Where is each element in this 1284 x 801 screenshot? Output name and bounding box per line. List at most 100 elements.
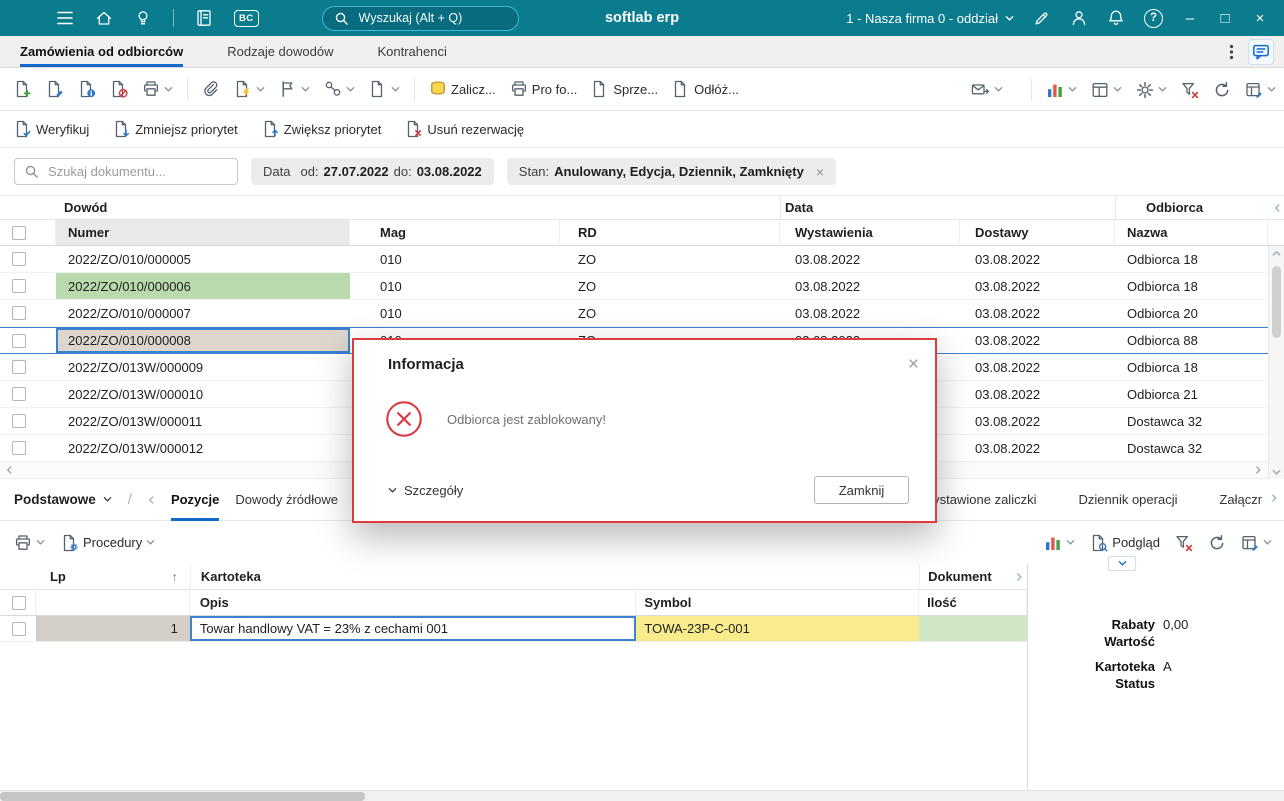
row-checkbox[interactable]	[12, 441, 26, 455]
print-button[interactable]	[142, 80, 173, 98]
chevron-down-icon[interactable]	[994, 86, 1003, 93]
cell-nazwa[interactable]: Odbiorca 21	[1115, 381, 1268, 407]
chevron-down-icon[interactable]	[346, 86, 355, 93]
row-checkbox[interactable]	[12, 306, 26, 320]
select-all-checkbox[interactable]	[12, 595, 26, 610]
cell-rd[interactable]: ZO	[560, 300, 780, 326]
cell-numer-highlighted[interactable]: 2022/ZO/010/000006	[56, 273, 350, 299]
vertical-scrollbar-thumb[interactable]	[1272, 266, 1281, 338]
scroll-down-icon[interactable]	[1272, 469, 1281, 476]
column-header-dostawy[interactable]: Dostawy	[960, 220, 1115, 245]
operations-button[interactable]	[234, 80, 265, 98]
dialog-close-icon[interactable]: ×	[908, 355, 919, 374]
column-header-rd[interactable]: RD	[560, 220, 780, 245]
attachment-button[interactable]	[202, 80, 220, 98]
vertical-scrollbar[interactable]	[1268, 246, 1284, 479]
chevron-down-icon[interactable]	[1263, 539, 1272, 546]
tab-dowody-zrodlowe[interactable]: Dowody źródłowe	[235, 479, 338, 521]
defer-button[interactable]: Odłóż...	[672, 80, 739, 98]
sort-ascending-icon[interactable]: ↑	[172, 570, 178, 584]
panel-expander-button[interactable]	[1108, 556, 1136, 571]
view-selector[interactable]: Podstawowe	[14, 492, 112, 507]
cell-nazwa[interactable]: Odbiorca 18	[1115, 354, 1268, 380]
cell-numer[interactable]: 2022/ZO/013W/000012	[56, 435, 350, 461]
bc-icon[interactable]: BC	[234, 9, 259, 27]
chevron-down-icon[interactable]	[164, 86, 173, 93]
positions-clear-filters-button[interactable]	[1175, 534, 1193, 552]
cell-dostawy[interactable]: 03.08.2022	[960, 300, 1115, 326]
cell-dostawy[interactable]: 03.08.2022	[960, 246, 1115, 272]
lamp-icon[interactable]	[134, 9, 152, 27]
help-icon[interactable]: ?	[1144, 8, 1163, 28]
chevron-down-icon[interactable]	[1267, 86, 1276, 93]
cell-numer[interactable]: 2022/ZO/013W/000009	[56, 354, 350, 380]
new-document-button[interactable]	[14, 80, 32, 98]
scroll-up-icon[interactable]	[1272, 250, 1281, 257]
select-all-checkbox[interactable]	[12, 225, 26, 240]
row-checkbox[interactable]	[12, 252, 26, 266]
row-checkbox[interactable]	[12, 360, 26, 374]
tab-kontrahenci[interactable]: Kontrahenci	[377, 36, 446, 67]
cell-numer[interactable]: 2022/ZO/010/000005	[56, 246, 350, 272]
more-options-icon[interactable]	[1229, 44, 1234, 60]
flag-button[interactable]	[279, 80, 310, 98]
feedback-button[interactable]	[1248, 39, 1274, 65]
cell-mag[interactable]: 010	[350, 246, 560, 272]
cell-numer[interactable]: 2022/ZO/013W/000011	[56, 408, 350, 434]
decrease-priority-button[interactable]: Zmniejsz priorytet	[113, 120, 238, 138]
table-row[interactable]: 2022/ZO/010/000006 010 ZO 03.08.2022 03.…	[0, 273, 1268, 300]
column-header-numer[interactable]: Numer	[56, 220, 350, 245]
global-search-field[interactable]	[356, 10, 506, 26]
document-search-input[interactable]	[14, 158, 238, 185]
row-checkbox[interactable]	[12, 387, 26, 401]
tab-rodzaje-dowodow[interactable]: Rodzaje dowodów	[227, 36, 333, 67]
cell-dostawy[interactable]: 03.08.2022	[960, 273, 1115, 299]
tab-zalaczniki[interactable]: Załączniki	[1219, 479, 1262, 520]
window-close-button[interactable]: ×	[1252, 11, 1268, 26]
home-icon[interactable]	[95, 9, 113, 27]
remove-reservation-button[interactable]: Usuń rezerwację	[405, 120, 524, 138]
notifications-bell-icon[interactable]	[1107, 9, 1125, 27]
cell-ilosc[interactable]	[919, 616, 1028, 641]
position-row[interactable]: 1 Towar handlowy VAT = 23% z cechami 001…	[0, 616, 1028, 642]
column-header-nazwa[interactable]: Nazwa	[1115, 220, 1268, 245]
chevron-down-icon[interactable]	[1158, 86, 1167, 93]
cell-numer[interactable]: 2022/ZO/010/000007	[56, 300, 350, 326]
analysis-chart-button[interactable]	[1046, 81, 1077, 99]
signature-pen-icon[interactable]	[1033, 9, 1051, 27]
chevron-down-icon[interactable]	[391, 86, 400, 93]
cell-nazwa[interactable]: Odbiorca 88	[1115, 328, 1268, 353]
chevron-down-icon[interactable]	[146, 539, 155, 546]
column-header-opis[interactable]: Opis	[190, 590, 637, 615]
verify-button[interactable]: Weryfikuj	[14, 120, 89, 138]
row-checkbox[interactable]	[12, 621, 26, 636]
column-header-ilosc[interactable]: Ilość	[919, 590, 1027, 615]
document-search-field[interactable]	[46, 163, 222, 180]
procedures-button[interactable]: Procedury	[61, 534, 155, 552]
user-icon[interactable]	[1070, 9, 1088, 27]
settings-button[interactable]	[1136, 81, 1167, 99]
related-documents-button[interactable]	[324, 80, 355, 98]
column-header-wystawienia[interactable]: Wystawienia	[780, 220, 960, 245]
positions-print-button[interactable]	[14, 534, 45, 552]
tab-dziennik-operacji[interactable]: Dziennik operacji	[1078, 479, 1177, 520]
cell-nazwa[interactable]: Odbiorca 18	[1115, 273, 1268, 299]
board-view-button[interactable]	[1091, 81, 1122, 99]
cell-lp[interactable]: 1	[35, 616, 190, 641]
panel-collapse-icon[interactable]	[1274, 203, 1281, 213]
send-document-button[interactable]	[971, 81, 1003, 99]
cell-nazwa[interactable]: Dostawca 32	[1115, 408, 1268, 434]
cell-opis-focused[interactable]: Towar handlowy VAT = 23% z cechami 001	[189, 616, 637, 641]
chevron-down-icon[interactable]	[1068, 86, 1077, 93]
cell-numer-focused[interactable]: 2022/ZO/010/000008	[56, 328, 350, 353]
cell-numer[interactable]: 2022/ZO/013W/000010	[56, 381, 350, 407]
preview-button[interactable]: Podgląd	[1090, 534, 1160, 552]
cell-wystawienia[interactable]: 03.08.2022	[780, 246, 960, 272]
positions-table-settings-button[interactable]	[1241, 534, 1272, 552]
cell-nazwa[interactable]: Dostawca 32	[1115, 435, 1268, 461]
cell-dostawy[interactable]: 03.08.2022	[960, 435, 1115, 461]
cell-dostawy[interactable]: 03.08.2022	[960, 328, 1115, 353]
tab-zamowienia-od-odbiorcow[interactable]: Zamówienia od odbiorców	[20, 36, 184, 67]
maximize-button[interactable]: □	[1217, 11, 1233, 26]
table-row[interactable]: 2022/ZO/010/000005 010 ZO 03.08.2022 03.…	[0, 246, 1268, 273]
